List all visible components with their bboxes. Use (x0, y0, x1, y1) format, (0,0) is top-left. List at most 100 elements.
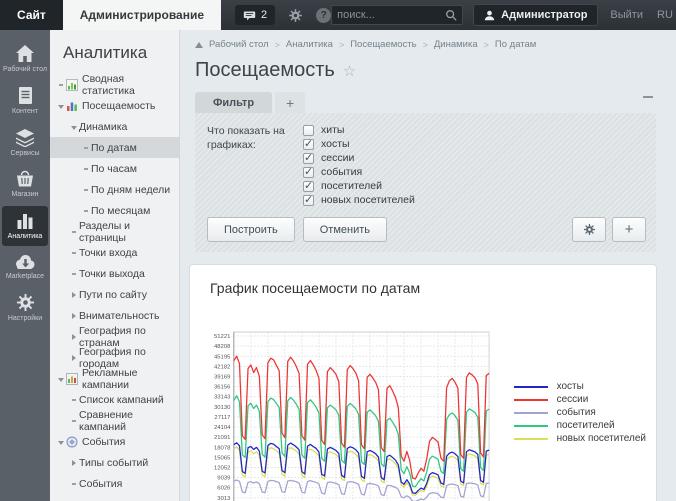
filter-settings-button[interactable] (572, 217, 606, 242)
checkbox-checked[interactable] (303, 181, 314, 192)
bar-chart-icon (15, 211, 35, 230)
site-tab[interactable]: Сайт (0, 0, 63, 30)
sidebar-item-document[interactable]: Контент (2, 81, 48, 121)
menu-item-label: Динамика (79, 121, 127, 133)
logout-link[interactable]: Выйти (610, 9, 643, 21)
menu-item[interactable]: Точки выхода (50, 263, 179, 284)
sidebar-item-cart[interactable]: Магазин (2, 164, 48, 204)
menu-item[interactable]: Динамика (50, 116, 179, 137)
notifications-count: 2 (261, 9, 267, 21)
notifications-button[interactable]: 2 (235, 5, 275, 25)
checkbox-checked[interactable] (303, 153, 314, 164)
filter-label: Что показать на графиках: (207, 123, 289, 207)
menu-item[interactable]: Посещаемость (50, 95, 179, 116)
stats-menu-icon (66, 79, 78, 91)
checkbox-label: хиты (321, 124, 344, 136)
bullet-icon (72, 252, 76, 254)
sidebar-item-bar-chart[interactable]: Аналитика (2, 206, 48, 246)
language-selector[interactable]: RU (657, 9, 676, 21)
svg-text:51221: 51221 (214, 334, 230, 340)
svg-text:45195: 45195 (214, 354, 231, 360)
menu-item[interactable]: События (50, 431, 179, 452)
sidebar-item-cloud[interactable]: Marketplace (2, 248, 48, 286)
legend-line-swatch (514, 386, 548, 388)
legend-row: сессии (514, 393, 646, 406)
svg-text:24104: 24104 (214, 425, 231, 431)
bullet-icon (84, 168, 88, 170)
help-icon[interactable]: ? (316, 8, 331, 23)
legend-label: хосты (557, 381, 584, 392)
bullet-icon (59, 84, 63, 86)
sidebar-item-gear[interactable]: Настройки (2, 288, 48, 328)
breadcrumb-item[interactable]: Аналитика (286, 39, 333, 50)
breadcrumb-separator: > (484, 40, 489, 50)
svg-text:36156: 36156 (214, 385, 231, 391)
add-chart-button[interactable]: + (612, 217, 646, 242)
legend-line-swatch (514, 438, 548, 440)
menu-item[interactable]: Точки входа (50, 242, 179, 263)
breadcrumb-separator: > (275, 40, 280, 50)
expanded-arrow-icon (58, 441, 64, 445)
filter-tab[interactable]: Фильтр (195, 92, 272, 113)
topbar: Сайт Администрирование 2 ? Администратор… (0, 0, 676, 30)
search-input[interactable] (337, 9, 445, 21)
checkbox-row: события (303, 165, 415, 179)
add-filter-tab[interactable]: + (275, 92, 305, 113)
admin-tab[interactable]: Администрирование (63, 0, 221, 30)
breadcrumb-item[interactable]: По датам (495, 39, 536, 50)
checkbox-unchecked[interactable] (303, 125, 314, 136)
menu-item[interactable]: География по городам (50, 347, 179, 368)
svg-text:21091: 21091 (214, 435, 230, 441)
cloud-icon (14, 253, 36, 270)
breadcrumb-item[interactable]: Динамика (434, 39, 478, 50)
gear-icon (16, 293, 35, 312)
sidebar-item-home[interactable]: Рабочий стол (2, 39, 48, 79)
svg-text:48208: 48208 (214, 344, 231, 350)
menu-item[interactable]: По месяцам (50, 200, 179, 221)
breadcrumb-separator: > (423, 40, 428, 50)
menu-item-label: По дням недели (91, 184, 170, 196)
filter-panel: Что показать на графиках: хитыхостысесси… (195, 113, 656, 252)
breadcrumb-item[interactable]: Рабочий стол (209, 39, 269, 50)
legend-line-swatch (514, 412, 548, 414)
menu-item-label: Внимательность (79, 310, 159, 322)
favorite-star-icon[interactable]: ☆ (343, 62, 356, 80)
admin-page: Сайт Администрирование 2 ? Администратор… (0, 0, 676, 501)
menu-item[interactable]: Сравнение кампаний (50, 410, 179, 431)
legend-row: посетителей (514, 419, 646, 432)
icon-sidebar: Рабочий столКонтентСервисыМагазинАналити… (0, 30, 50, 501)
menu-item[interactable]: По дням недели (50, 179, 179, 200)
sidebar-item-layers[interactable]: Сервисы (2, 123, 48, 163)
breadcrumb-home-icon[interactable] (195, 42, 203, 48)
user-button[interactable]: Администратор (473, 4, 598, 26)
menu-item[interactable]: География по странам (50, 326, 179, 347)
minimize-filter-icon[interactable] (643, 96, 653, 100)
bullet-icon (72, 273, 76, 275)
menu-item[interactable]: Сводная статистика (50, 74, 179, 95)
checkbox-checked[interactable] (303, 195, 314, 206)
svg-text:6026: 6026 (217, 486, 231, 492)
collapsed-arrow-icon (72, 313, 76, 319)
breadcrumb-item[interactable]: Посещаемость (350, 39, 416, 50)
menu-item[interactable]: По часам (50, 158, 179, 179)
menu-item[interactable]: Пути по сайту (50, 284, 179, 305)
adv-menu-icon (66, 373, 78, 385)
visits-menu-icon (66, 100, 78, 112)
checkbox-checked[interactable] (303, 167, 314, 178)
legend-row: хосты (514, 380, 646, 393)
menu-item[interactable]: Типы событий (50, 452, 179, 473)
settings-gear-icon[interactable] (288, 8, 303, 23)
svg-text:39169: 39169 (214, 375, 230, 381)
menu-item[interactable]: Внимательность (50, 305, 179, 326)
svg-text:42182: 42182 (214, 364, 230, 370)
cancel-button[interactable]: Отменить (303, 217, 387, 242)
checkbox-checked[interactable] (303, 139, 314, 150)
menu-item[interactable]: Рекламные кампании (50, 368, 179, 389)
menu-item[interactable]: Список кампаний (50, 389, 179, 410)
svg-text:12052: 12052 (214, 466, 230, 472)
menu-item[interactable]: События (50, 473, 179, 494)
menu-item[interactable]: По датам (50, 137, 179, 158)
build-button[interactable]: Построить (207, 217, 295, 242)
menu-item[interactable]: Разделы и страницы (50, 221, 179, 242)
svg-text:18078: 18078 (214, 445, 231, 451)
